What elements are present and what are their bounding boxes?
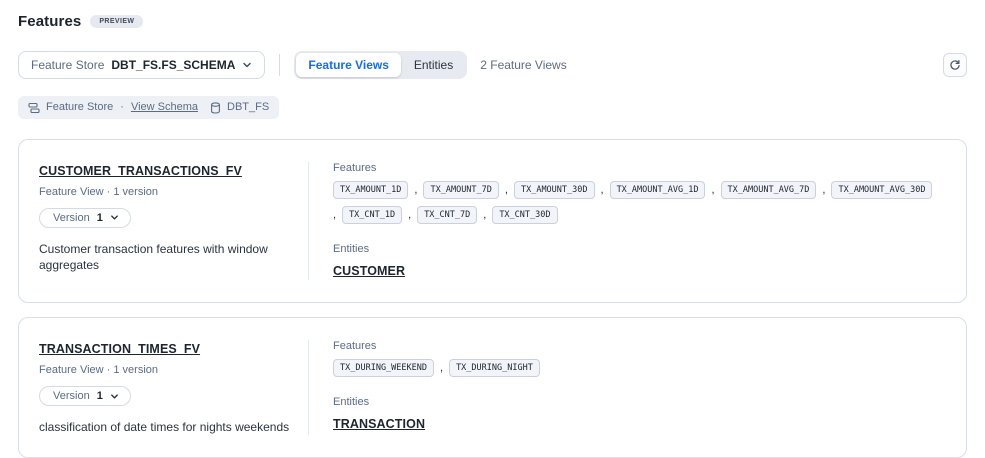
version-select-value: 1 bbox=[97, 212, 103, 224]
feature-chip: TX_AMOUNT_30D bbox=[514, 181, 595, 199]
page-title: Features bbox=[18, 13, 81, 30]
feature-chip: TX_AMOUNT_AVG_1D bbox=[610, 181, 706, 199]
entity-list: TRANSACTION bbox=[333, 415, 942, 433]
card-summary: TRANSACTION_TIMES_FV Feature View · 1 ve… bbox=[19, 340, 308, 435]
feature-chip: TX_DURING_NIGHT bbox=[449, 359, 540, 377]
view-schema-link[interactable]: View Schema bbox=[131, 100, 198, 114]
breadcrumb: Feature Store · View Schema DBT_FS bbox=[18, 96, 279, 118]
refresh-button[interactable] bbox=[943, 53, 967, 77]
refresh-icon bbox=[949, 59, 961, 71]
page-header: Features PREVIEW bbox=[18, 13, 967, 30]
breadcrumb-row: Feature Store · View Schema DBT_FS bbox=[18, 96, 967, 118]
feature-view-list: CUSTOMER_TRANSACTIONS_FV Feature View · … bbox=[18, 139, 967, 458]
feature-chip: TX_AMOUNT_1D bbox=[333, 181, 408, 199]
card-summary: CUSTOMER_TRANSACTIONS_FV Feature View · … bbox=[19, 162, 308, 280]
database-icon bbox=[210, 102, 221, 114]
feature-chip: TX_CNT_30D bbox=[492, 206, 557, 224]
tab-feature-views[interactable]: Feature Views bbox=[296, 53, 400, 77]
entities-section: Entities CUSTOMER bbox=[333, 243, 942, 280]
chip-separator: , bbox=[440, 362, 443, 374]
version-select[interactable]: Version 1 bbox=[39, 208, 131, 228]
feature-store-select-label: Feature Store bbox=[31, 58, 104, 72]
card-details: Features TX_DURING_WEEKEND, TX_DURING_NIG… bbox=[309, 340, 966, 435]
entities-section: Entities TRANSACTION bbox=[333, 396, 942, 433]
feature-chip: TX_AMOUNT_AVG_7D bbox=[721, 181, 817, 199]
feature-chip: TX_CNT_1D bbox=[342, 206, 402, 224]
version-select[interactable]: Version 1 bbox=[39, 386, 131, 406]
entity-link[interactable]: CUSTOMER bbox=[333, 264, 405, 278]
feature-view-title-link[interactable]: TRANSACTION_TIMES_FV bbox=[39, 342, 200, 356]
chip-separator: , bbox=[333, 209, 336, 221]
chip-separator: , bbox=[414, 184, 417, 196]
chip-separator: , bbox=[483, 209, 486, 221]
card-details: Features TX_AMOUNT_1D,TX_AMOUNT_7D,TX_AM… bbox=[309, 162, 966, 280]
version-select-label: Version bbox=[53, 390, 90, 402]
chevron-down-icon bbox=[110, 213, 119, 222]
toolbar: Feature Store DBT_FS.FS_SCHEMA Feature V… bbox=[18, 51, 967, 79]
feature-view-card: CUSTOMER_TRANSACTIONS_FV Feature View · … bbox=[18, 139, 967, 303]
breadcrumb-database-name: DBT_FS bbox=[227, 100, 269, 114]
features-page: Features PREVIEW Feature Store DBT_FS.FS… bbox=[0, 0, 985, 458]
breadcrumb-separator: · bbox=[120, 100, 124, 114]
feature-chip: TX_AMOUNT_7D bbox=[423, 181, 498, 199]
feature-store-icon bbox=[28, 102, 40, 114]
chip-separator: , bbox=[408, 209, 411, 221]
chip-separator: , bbox=[505, 184, 508, 196]
entities-section-label: Entities bbox=[333, 396, 942, 408]
chip-separator: , bbox=[822, 184, 825, 196]
tab-entities[interactable]: Entities bbox=[402, 53, 465, 77]
chip-separator: , bbox=[711, 184, 714, 196]
preview-badge: PREVIEW bbox=[90, 15, 143, 28]
breadcrumb-store-label: Feature Store bbox=[46, 100, 113, 114]
view-tab-group: Feature Views Entities bbox=[294, 51, 467, 79]
feature-view-subtitle: Feature View · 1 version bbox=[39, 186, 298, 198]
chip-separator: , bbox=[601, 184, 604, 196]
toolbar-divider bbox=[279, 54, 280, 76]
feature-chip: TX_AMOUNT_AVG_30D bbox=[831, 181, 932, 199]
chevron-down-icon bbox=[110, 392, 119, 401]
feature-view-count: 2 Feature Views bbox=[480, 58, 567, 72]
feature-view-description: classification of date times for nights … bbox=[39, 419, 297, 435]
feature-store-select-value: DBT_FS.FS_SCHEMA bbox=[111, 58, 235, 72]
feature-store-select[interactable]: Feature Store DBT_FS.FS_SCHEMA bbox=[18, 51, 265, 79]
feature-view-subtitle: Feature View · 1 version bbox=[39, 364, 298, 376]
chevron-down-icon bbox=[242, 60, 252, 70]
features-section-label: Features bbox=[333, 162, 942, 174]
entity-list: CUSTOMER bbox=[333, 262, 942, 280]
entity-link[interactable]: TRANSACTION bbox=[333, 417, 425, 431]
version-select-value: 1 bbox=[97, 390, 103, 402]
feature-chip: TX_CNT_7D bbox=[417, 206, 477, 224]
feature-view-title-link[interactable]: CUSTOMER_TRANSACTIONS_FV bbox=[39, 164, 242, 178]
feature-view-description: Customer transaction features with windo… bbox=[39, 241, 297, 273]
version-select-label: Version bbox=[53, 212, 90, 224]
feature-chip-list: TX_AMOUNT_1D, TX_AMOUNT_7D, TX_AMOUNT_30D,… bbox=[333, 181, 940, 224]
feature-chip-list: TX_DURING_WEEKEND, TX_DURING_NIGHT bbox=[333, 359, 940, 377]
feature-chip: TX_DURING_WEEKEND bbox=[333, 359, 434, 377]
features-section-label: Features bbox=[333, 340, 942, 352]
feature-view-card: TRANSACTION_TIMES_FV Feature View · 1 ve… bbox=[18, 317, 967, 458]
entities-section-label: Entities bbox=[333, 243, 942, 255]
